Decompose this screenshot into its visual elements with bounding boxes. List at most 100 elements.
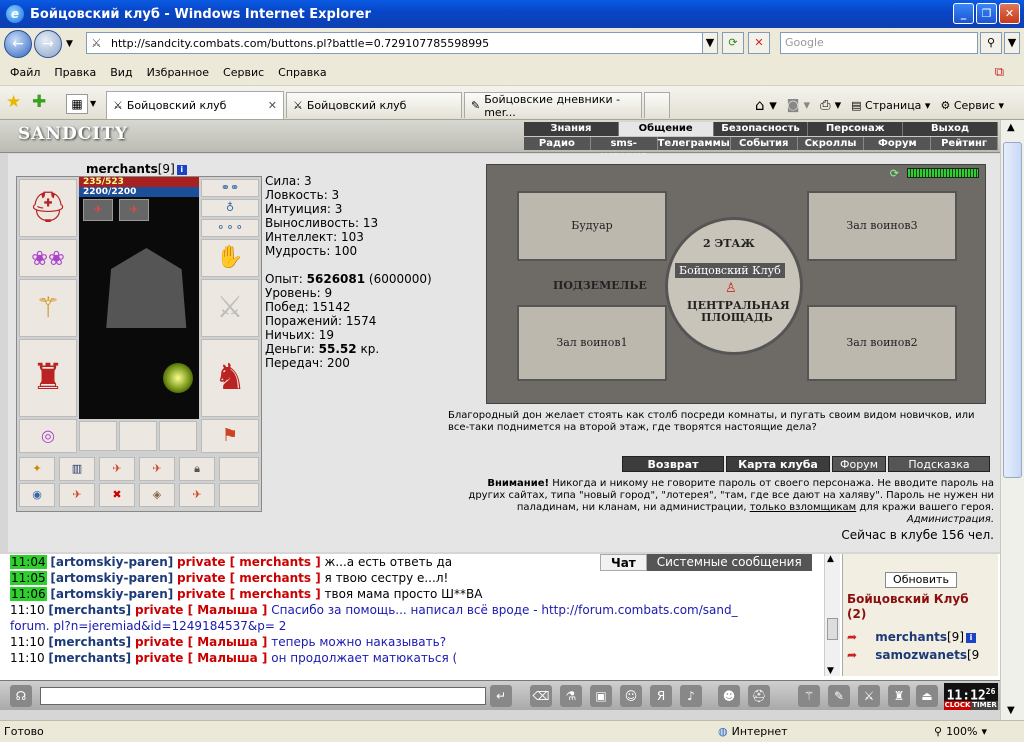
chat-time[interactable]: 11:10 <box>10 651 45 665</box>
chat-private[interactable]: private [ Малыша ] <box>135 603 267 617</box>
timer-label[interactable]: TIMER <box>971 701 998 710</box>
chat-nick[interactable]: [merchants] <box>48 635 131 649</box>
tab-diaries[interactable]: ✎ Бойцовские дневники - mer... <box>464 92 642 119</box>
tab-system-messages[interactable]: Системные сообщения <box>646 554 812 571</box>
close-window-button[interactable]: ✕ <box>999 3 1020 24</box>
character-avatar[interactable]: 235/523 2200/2200 ✈ ✈ ☗ <box>79 177 199 419</box>
sub-events[interactable]: События <box>731 137 798 150</box>
club-map-button[interactable]: Карта клуба <box>726 456 830 472</box>
scroll-down-icon[interactable]: ▼ <box>1007 705 1015 716</box>
feeds-icon[interactable]: ◙ ▾ <box>787 98 810 113</box>
sub-sms[interactable]: sms-история <box>591 137 658 162</box>
menu-exit[interactable]: Выход <box>903 122 998 136</box>
quick-item-slot[interactable] <box>219 457 259 481</box>
chat-time[interactable]: 11:10 <box>10 603 45 617</box>
chat-private[interactable]: private [ merchants ] <box>177 555 321 569</box>
user-entry[interactable]: ➦ samozwanets[9 <box>847 648 979 662</box>
gloves-slot[interactable]: ✋ <box>201 239 259 277</box>
quick-item-slot[interactable]: ✖ <box>99 483 135 507</box>
chat-nick[interactable]: [artomskiy-paren] <box>50 587 173 601</box>
sub-telegrams[interactable]: Телеграммы <box>658 137 731 150</box>
menu-edit[interactable]: Правка <box>54 66 96 79</box>
refresh-button[interactable]: ⟳ <box>722 32 744 54</box>
chat-private[interactable]: private [ merchants ] <box>177 571 321 585</box>
armor-slot[interactable]: ♜ <box>19 339 77 417</box>
quick-item-slot[interactable]: ◈ <box>139 483 175 507</box>
quick-item-slot[interactable]: ▥ <box>59 457 95 481</box>
chat-nick[interactable]: [artomskiy-paren] <box>50 555 173 569</box>
forum-button[interactable]: Форум <box>832 456 886 472</box>
chat-nick[interactable]: [artomskiy-paren] <box>50 571 173 585</box>
quick-item-slot[interactable] <box>219 483 259 507</box>
back-button[interactable]: ← <box>4 30 32 58</box>
private-arrow-icon[interactable]: ➦ <box>847 648 857 662</box>
crackers-link[interactable]: только взломщикам <box>750 502 856 513</box>
chat-time[interactable]: 11:04 <box>10 555 47 569</box>
scroll-thumb[interactable] <box>1003 142 1022 478</box>
page-menu[interactable]: ▤ Страница ▾ <box>851 99 930 112</box>
smiley-icon[interactable]: ☻ <box>718 685 740 707</box>
room-hall3[interactable]: Зал воинов3 <box>807 191 957 261</box>
sub-rating[interactable]: Рейтинг <box>931 137 999 150</box>
empty-slot[interactable] <box>79 421 117 451</box>
effect-icon[interactable]: ✈ <box>119 199 149 221</box>
quick-item-slot[interactable]: ✈ <box>99 457 135 481</box>
translit-icon[interactable]: Я <box>650 685 672 707</box>
home-icon[interactable]: ⌂ ▾ <box>755 96 777 114</box>
chat-time[interactable]: 11:05 <box>10 571 47 585</box>
boots-slot[interactable]: ⚑ <box>201 419 259 453</box>
sub-scrolls[interactable]: Скроллы <box>798 137 865 150</box>
amulet-slot[interactable]: ♁ <box>201 199 259 217</box>
quick-item-slot[interactable]: ✦ <box>19 457 55 481</box>
battle-icon[interactable]: ♜ <box>888 685 910 707</box>
room-hall1[interactable]: Зал воинов1 <box>517 305 667 381</box>
rings-slot[interactable]: ⚬⚬⚬ <box>201 219 259 237</box>
helmet-icon[interactable]: ⛑ <box>748 685 770 707</box>
offhand-slot[interactable]: ⚔ <box>201 279 259 337</box>
quick-item-slot[interactable]: ◉ <box>19 483 55 507</box>
sub-radio[interactable]: Радио <box>524 137 591 150</box>
menu-character[interactable]: Персонаж <box>808 122 904 136</box>
quick-item-slot[interactable]: ✈ <box>179 483 215 507</box>
add-favorite-icon[interactable]: ✚ <box>32 92 46 112</box>
search-input[interactable]: Google <box>780 32 978 54</box>
page-scrollbar[interactable]: ▲ ▼ <box>1000 120 1024 720</box>
new-tab-button[interactable] <box>644 92 670 118</box>
chat-private[interactable]: private [ Малыша ] <box>135 651 267 665</box>
bracers-slot[interactable]: ❀❀ <box>19 239 77 277</box>
map-underground[interactable]: ПОДЗЕМЕЛЬЕ <box>553 279 647 292</box>
refresh-users-button[interactable]: Обновить <box>885 572 957 588</box>
quick-item-slot[interactable]: ✈ <box>59 483 95 507</box>
hint-button[interactable]: Подсказка <box>888 456 990 472</box>
info-icon[interactable]: i <box>176 164 187 175</box>
fight-icon[interactable]: ⚔ <box>858 685 880 707</box>
scroll-down-icon[interactable]: ▼ <box>827 666 834 676</box>
clock-label[interactable]: CLOCK <box>944 701 971 710</box>
quick-item-slot[interactable]: ✈ <box>139 457 175 481</box>
tab-fight-club-2[interactable]: ⚔ Бойцовский клуб <box>286 92 462 118</box>
earring-slot[interactable]: ⚭⚭ <box>201 179 259 197</box>
tab-list-icon[interactable]: ▼ <box>90 99 96 108</box>
url-field[interactable]: ⚔ http://sandcity.combats.com/buttons.pl… <box>86 32 718 54</box>
user-entry[interactable]: ➦ merchants[9] i <box>847 630 976 644</box>
map-club-name[interactable]: Бойцовский Клуб <box>675 263 785 278</box>
minimize-button[interactable]: _ <box>953 3 974 24</box>
menu-knowledge[interactable]: Знания <box>524 122 619 136</box>
pants-slot[interactable]: ♞ <box>201 339 259 417</box>
chat-private[interactable]: private [ Малыша ] <box>135 635 267 649</box>
scroll-icon[interactable]: ✎ <box>828 685 850 707</box>
helmet-slot[interactable]: ⛑ <box>19 179 77 237</box>
exit-icon[interactable]: ⏏ <box>916 685 938 707</box>
sub-forum[interactable]: Форум <box>864 137 932 150</box>
chat-private[interactable]: private [ merchants ] <box>177 587 321 601</box>
search-button[interactable]: ⚲ <box>980 32 1002 54</box>
map-floor2[interactable]: 2 ЭТАЖ <box>703 237 755 250</box>
scroll-up-icon[interactable]: ▲ <box>827 554 834 564</box>
maximize-button[interactable]: ❐ <box>976 3 997 24</box>
quick-item-slot[interactable]: 🔒︎ <box>179 457 215 481</box>
history-dropdown-icon[interactable]: ▼ <box>66 39 73 49</box>
url-dropdown-button[interactable]: ▼ <box>702 32 718 54</box>
zoom-control[interactable]: ⚲ 100% ▾ <box>934 725 987 738</box>
menu-favorites[interactable]: Избранное <box>147 66 209 79</box>
club-map[interactable]: ⟳ Будуар Зал воинов3 Зал воинов1 Зал вои… <box>486 164 986 404</box>
